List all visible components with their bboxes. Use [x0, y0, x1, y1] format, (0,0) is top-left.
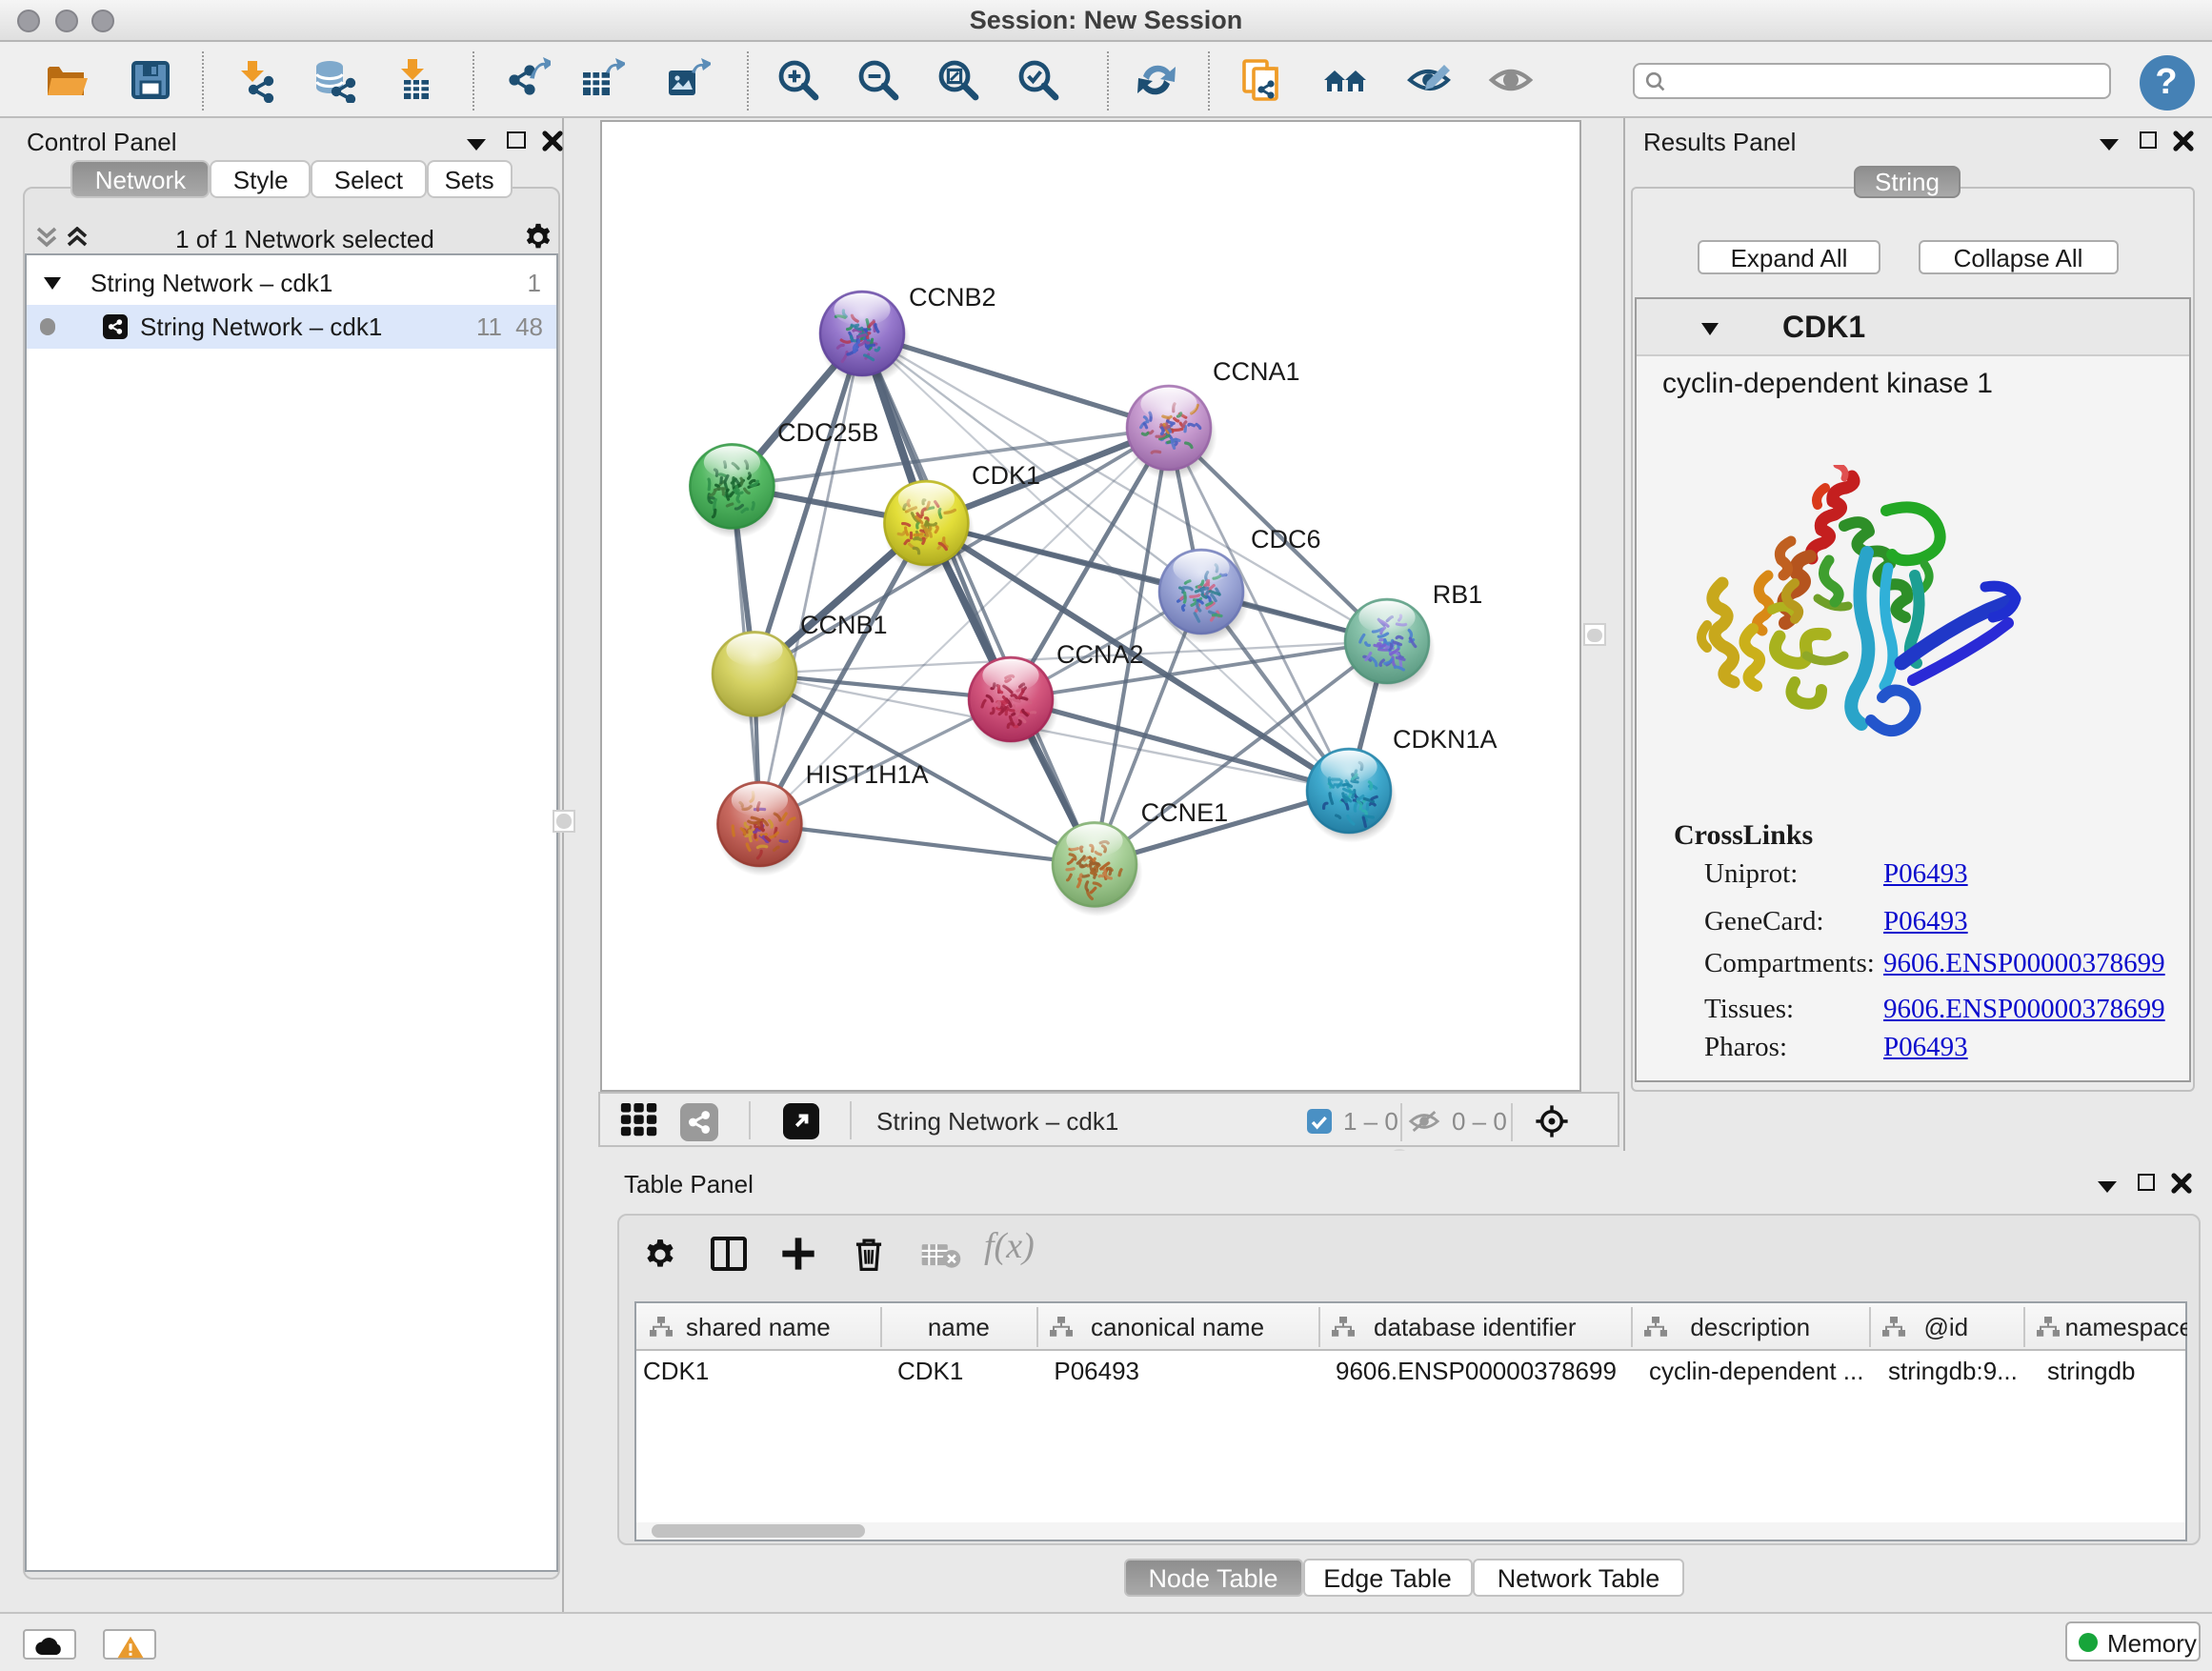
svg-text:HIST1H1A: HIST1H1A [806, 759, 929, 788]
svg-text:CCNA1: CCNA1 [1213, 356, 1300, 385]
svg-text:CCNA2: CCNA2 [1056, 639, 1144, 668]
svg-text:CDK1: CDK1 [972, 460, 1040, 489]
svg-text:CDKN1A: CDKN1A [1393, 724, 1498, 753]
svg-text:CDC25B: CDC25B [777, 417, 879, 446]
svg-text:CCNB2: CCNB2 [909, 282, 996, 311]
svg-text:CCNE1: CCNE1 [1141, 797, 1229, 826]
svg-text:RB1: RB1 [1433, 579, 1483, 608]
svg-text:CDC6: CDC6 [1251, 524, 1321, 553]
svg-text:CCNB1: CCNB1 [800, 610, 888, 638]
